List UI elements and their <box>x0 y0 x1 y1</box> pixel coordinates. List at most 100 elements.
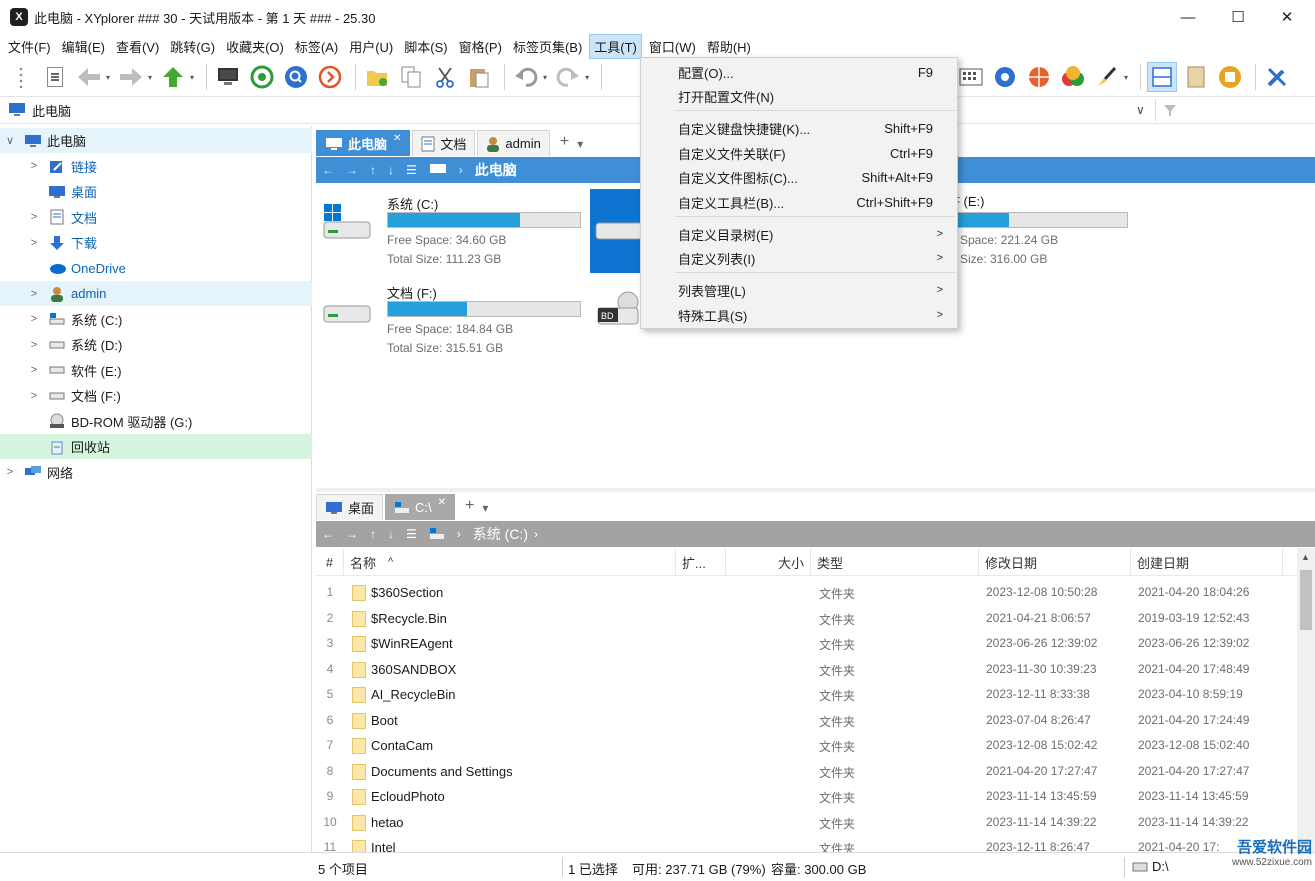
menu-0[interactable]: 文件(F) <box>4 35 55 58</box>
expand-chevron-icon[interactable]: > <box>28 364 40 376</box>
back-dropdown-icon[interactable]: ▾ <box>106 73 110 82</box>
tree-item[interactable]: > 下载 <box>0 230 312 255</box>
up-nav-icon[interactable]: ↑ <box>370 163 376 177</box>
menu-5[interactable]: 标签(A) <box>291 35 342 58</box>
preview-pane-icon[interactable] <box>1181 62 1211 92</box>
back-nav-icon[interactable]: ← <box>322 527 334 541</box>
expand-chevron-icon[interactable]: > <box>4 466 16 478</box>
menu-8[interactable]: 窗格(P) <box>455 35 506 58</box>
menu-list-icon[interactable] <box>40 62 70 92</box>
tools-icon[interactable] <box>1262 62 1292 92</box>
go-icon[interactable] <box>315 62 345 92</box>
forward-dropdown-icon[interactable]: ▾ <box>148 73 152 82</box>
table-row[interactable]: 1 $360Section 文件夹 2023-12-08 10:50:28 2021-0… <box>316 580 1297 605</box>
table-row[interactable]: 10 hetao 文件夹 2023-11-14 14:39:22 2023-11-14 … <box>316 810 1297 835</box>
add-tab-button[interactable]: + <box>465 497 474 515</box>
tree-item[interactable]: > 软件 (E:) <box>0 358 312 383</box>
table-row[interactable]: 4 360SANDBOX 文件夹 2023-11-30 10:39:23 2021-04… <box>316 657 1297 682</box>
expand-chevron-icon[interactable]: > <box>28 237 40 249</box>
column-size[interactable]: 大小 <box>726 548 811 576</box>
tree-item[interactable]: > 文档 (F:) <box>0 383 312 408</box>
column-type[interactable]: 类型 <box>811 548 979 576</box>
tab-documents[interactable]: 文档 <box>412 130 476 156</box>
tab-menu-icon[interactable]: ▾ <box>577 137 583 151</box>
table-row[interactable]: 7 ContaCam 文件夹 2023-12-08 15:02:42 2023-12-0… <box>316 733 1297 758</box>
scroll-up-icon[interactable]: ▲ <box>1301 552 1310 562</box>
back-nav-icon[interactable]: ← <box>322 163 334 177</box>
expand-chevron-icon[interactable]: > <box>28 288 40 300</box>
expand-chevron-icon[interactable]: > <box>28 313 40 325</box>
orange-square-icon[interactable] <box>1215 62 1245 92</box>
close-button[interactable]: ✕ <box>1264 0 1310 34</box>
menu-7[interactable]: 脚本(S) <box>400 35 451 58</box>
drive-name[interactable]: 系统 (C:) <box>387 194 438 213</box>
menu-4[interactable]: 收藏夹(O) <box>222 35 288 58</box>
computer-icon[interactable] <box>213 62 243 92</box>
menu-1[interactable]: 编辑(E) <box>58 35 109 58</box>
breadcrumb-current[interactable]: 此电脑 <box>475 160 517 180</box>
column-number[interactable]: # <box>316 548 344 576</box>
undo-dropdown-icon[interactable]: ▾ <box>543 73 547 82</box>
forward-nav-icon[interactable]: → <box>346 527 358 541</box>
color-circles-icon[interactable] <box>1058 62 1088 92</box>
dual-pane-icon[interactable] <box>1147 62 1178 92</box>
tree-item[interactable]: > 链接 <box>0 154 312 179</box>
minimize-button[interactable]: — <box>1165 0 1211 34</box>
column-created[interactable]: 创建日期 <box>1131 548 1283 576</box>
tree-item[interactable]: > 系统 (D:) <box>0 332 312 357</box>
chevron-right-icon[interactable]: › <box>457 527 461 541</box>
filter-icon[interactable] <box>1163 104 1177 117</box>
back-arrow-icon[interactable] <box>74 62 104 92</box>
tab-desktop[interactable]: 桌面 <box>316 494 384 520</box>
tools-menu-item[interactable]: 自定义目录树(E) > <box>641 222 957 246</box>
drive-c-icon[interactable] <box>322 200 374 251</box>
undo-icon[interactable] <box>511 62 541 92</box>
vertical-scrollbar[interactable]: ▲ <box>1297 548 1315 852</box>
table-row[interactable]: 5 AI_RecycleBin 文件夹 2023-12-11 8:33:38 2023-… <box>316 682 1297 707</box>
tools-menu-item[interactable]: 自定义列表(I) > <box>641 246 957 270</box>
paste-icon[interactable] <box>464 62 494 92</box>
table-row[interactable]: 9 EcloudPhoto 文件夹 2023-11-14 13:45:59 2023-1… <box>316 784 1297 809</box>
tab-this-pc[interactable]: 此电脑 ✕ <box>316 130 411 156</box>
tab-admin[interactable]: admin <box>477 130 550 156</box>
forward-nav-icon[interactable]: → <box>346 163 358 177</box>
add-tab-button[interactable]: + <box>560 133 569 151</box>
tools-menu-item[interactable]: 打开配置文件(N) <box>641 84 957 108</box>
column-modified[interactable]: 修改日期 <box>979 548 1131 576</box>
gear-badge-icon[interactable] <box>990 62 1020 92</box>
menu-9[interactable]: 标签页集(B) <box>509 35 586 58</box>
tree-item[interactable]: 回收站 <box>0 434 312 459</box>
redo-icon[interactable] <box>553 62 583 92</box>
menu-2[interactable]: 查看(V) <box>112 35 163 58</box>
brush-icon[interactable] <box>1092 62 1122 92</box>
column-extension[interactable]: 扩... <box>676 548 726 576</box>
search-icon[interactable] <box>281 62 311 92</box>
drive-d-selected[interactable] <box>590 189 643 273</box>
bdrom-drive-icon[interactable]: BD <box>596 290 642 337</box>
column-name[interactable]: 名称 ^ <box>344 548 676 576</box>
chevron-right-icon[interactable]: › <box>459 163 463 177</box>
tree-item[interactable]: > 网络 <box>0 460 312 485</box>
tree-item[interactable]: ∨ 此电脑 <box>0 128 312 153</box>
tab-menu-icon[interactable]: ▾ <box>482 501 488 515</box>
new-folder-icon[interactable] <box>362 62 392 92</box>
menu-12[interactable]: 帮助(H) <box>703 35 755 58</box>
expand-chevron-icon[interactable]: > <box>28 339 40 351</box>
menu-10[interactable]: 工具(T) <box>589 33 642 59</box>
tab-c-drive[interactable]: C:\ ✕ <box>385 494 456 520</box>
address-text[interactable]: 此电脑 <box>32 101 71 120</box>
up-dropdown-icon[interactable]: ▾ <box>190 73 194 82</box>
expand-chevron-icon[interactable]: > <box>28 211 40 223</box>
table-row[interactable]: 2 $Recycle.Bin 文件夹 2021-04-21 8:06:57 2019-0… <box>316 606 1297 631</box>
menu-11[interactable]: 窗口(W) <box>645 35 700 58</box>
expand-chevron-icon[interactable]: ∨ <box>4 134 16 147</box>
tree-item[interactable]: > 文档 <box>0 205 312 230</box>
up-arrow-icon[interactable] <box>158 62 188 92</box>
table-row[interactable]: 8 Documents and Settings 文件夹 2021-04-20 17:… <box>316 759 1297 784</box>
drive-f-icon[interactable] <box>322 292 374 343</box>
expand-chevron-icon[interactable]: > <box>28 390 40 402</box>
copy-icon[interactable] <box>396 62 426 92</box>
tree-item[interactable]: OneDrive <box>0 256 312 281</box>
drive-name[interactable]: 文档 (F:) <box>387 283 437 302</box>
redo-dropdown-icon[interactable]: ▾ <box>585 73 589 82</box>
